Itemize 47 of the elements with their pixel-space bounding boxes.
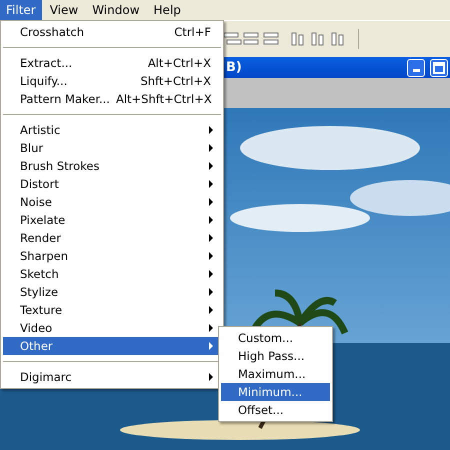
menu-item[interactable]: Custom...: [221, 329, 330, 347]
document-title: B): [226, 60, 243, 75]
menu-bar-item[interactable]: Filter: [0, 0, 42, 20]
maximize-icon: [433, 62, 445, 74]
submenu-arrow-icon: [209, 270, 213, 278]
submenu-arrow-icon: [209, 126, 213, 134]
menu-item[interactable]: Sharpen: [3, 247, 221, 265]
menu-item[interactable]: Stylize: [3, 283, 221, 301]
menu-item[interactable]: Extract... Alt+Ctrl+X: [3, 54, 221, 72]
minimize-button[interactable]: [407, 58, 425, 76]
maximize-button[interactable]: [430, 58, 448, 76]
submenu-arrow-icon: [209, 162, 213, 170]
menu-bar-item[interactable]: Help: [148, 0, 187, 20]
submenu-arrow-icon: [209, 216, 213, 224]
menu-item[interactable]: High Pass...: [221, 347, 330, 365]
menu-bar-item[interactable]: View: [44, 0, 84, 20]
menu-item[interactable]: Liquify... Shft+Ctrl+X: [3, 72, 221, 90]
menu-item[interactable]: Artistic: [3, 121, 221, 139]
submenu-arrow-icon: [209, 288, 213, 296]
minimize-icon: [412, 69, 420, 72]
menu-item[interactable]: Sketch: [3, 265, 221, 283]
menu-item[interactable]: Video: [3, 319, 221, 337]
menu-item[interactable]: Minimum...: [221, 383, 330, 401]
menu-item[interactable]: Crosshatch Ctrl+F: [3, 23, 221, 41]
menu-item[interactable]: Pattern Maker... Alt+Shft+Ctrl+X: [3, 90, 221, 108]
menu-item[interactable]: Pixelate: [3, 211, 221, 229]
menu-item[interactable]: Offset...: [221, 401, 330, 419]
menu-item[interactable]: Maximum...: [221, 365, 330, 383]
submenu-arrow-icon: [209, 252, 213, 260]
menu-item[interactable]: Other: [3, 337, 221, 355]
menu-item[interactable]: Noise: [3, 193, 221, 211]
menu-item[interactable]: Distort: [3, 175, 221, 193]
align-icons-drawing[interactable]: [222, 29, 359, 49]
menu-item[interactable]: Digimarc: [3, 368, 221, 386]
submenu-arrow-icon: [209, 180, 213, 188]
submenu-arrow-icon: [209, 198, 213, 206]
submenu-arrow-icon: [209, 306, 213, 314]
submenu-arrow-icon: [209, 144, 213, 152]
submenu-arrow-icon: [209, 373, 213, 381]
submenu-arrow-icon: [209, 342, 213, 350]
submenu-arrow-icon: [209, 324, 213, 332]
submenu-arrow-icon: [209, 234, 213, 242]
menu-item[interactable]: Texture: [3, 301, 221, 319]
menu-item[interactable]: Render: [3, 229, 221, 247]
menu-item[interactable]: Brush Strokes: [3, 157, 221, 175]
menu-item[interactable]: Blur: [3, 139, 221, 157]
menu-bar-item[interactable]: Window: [86, 0, 146, 20]
